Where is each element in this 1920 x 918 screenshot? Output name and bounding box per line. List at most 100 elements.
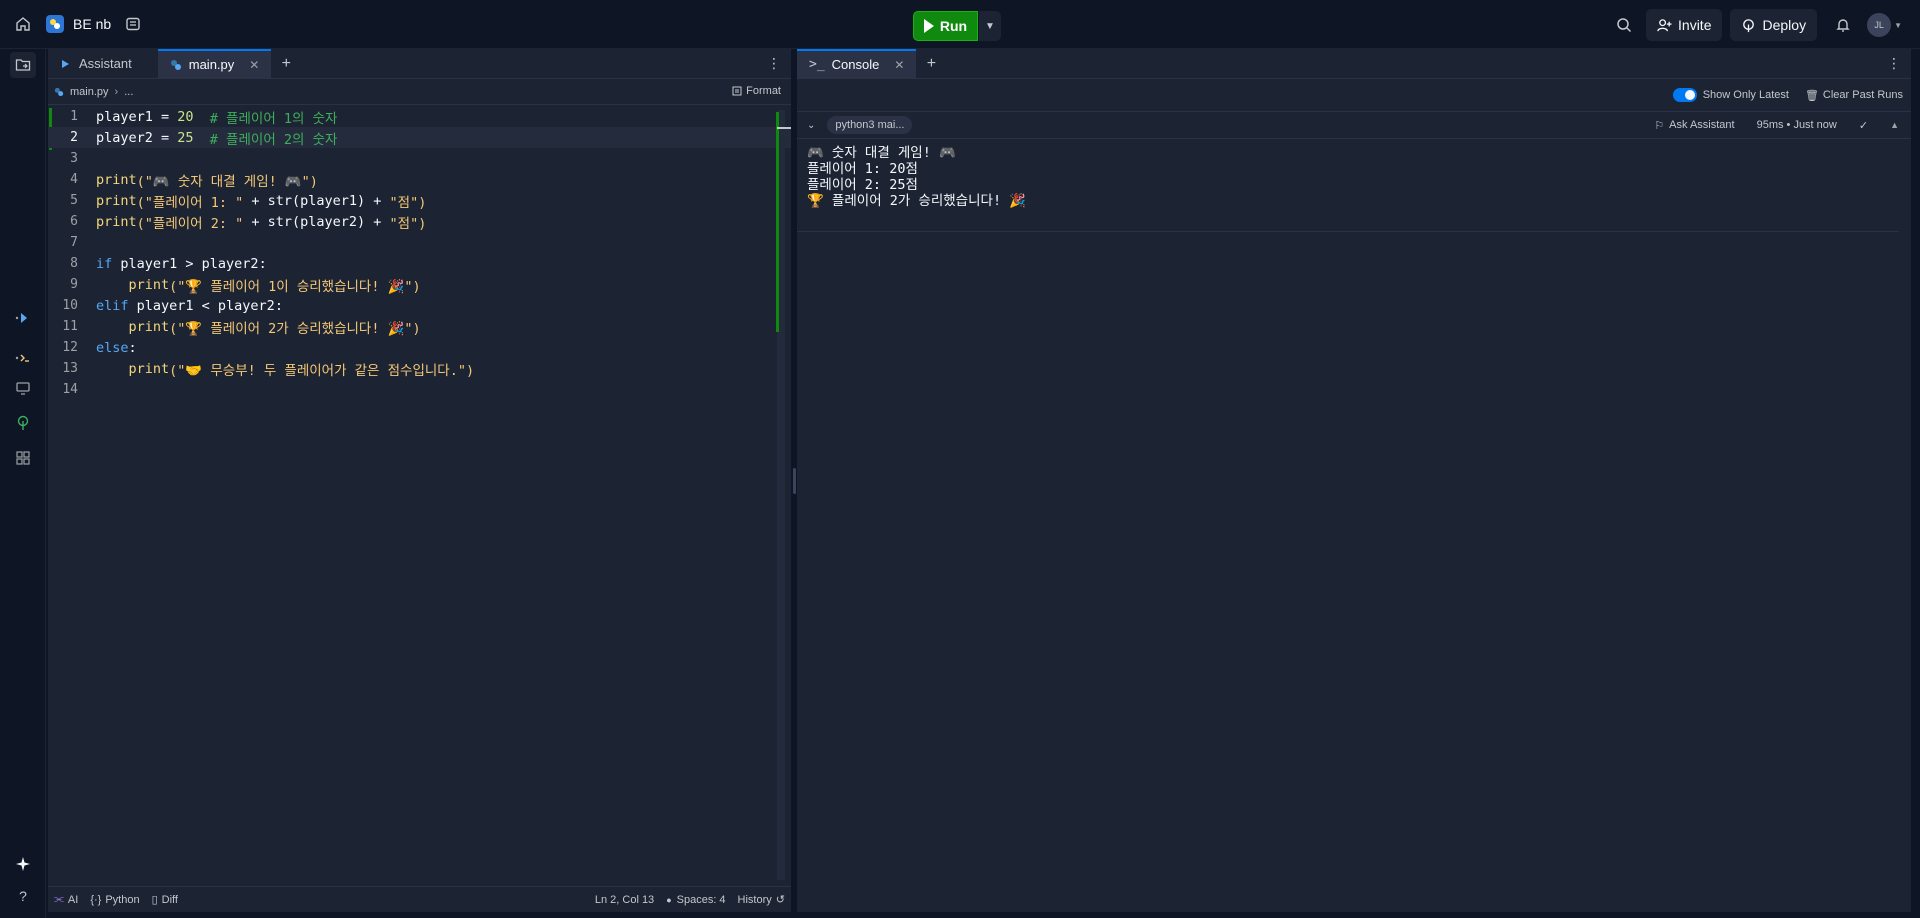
code-token: + str(player1) +	[243, 192, 390, 209]
more-options-icon[interactable]: ⋮	[1887, 55, 1901, 72]
all-tools-icon[interactable]	[10, 445, 36, 471]
format-button[interactable]: Format	[732, 85, 781, 97]
history-button[interactable]: History ↺	[738, 893, 785, 907]
code-token: player1 > player2:	[112, 255, 267, 272]
ask-assistant-label: Ask Assistant	[1669, 119, 1735, 131]
code-line[interactable]: 9 print ("🏆 플레이어 1이 승리했습니다! 🎉")	[48, 274, 791, 295]
line-number: 2	[70, 130, 78, 145]
right-edge	[1911, 49, 1920, 918]
more-options-icon[interactable]: ⋮	[767, 55, 781, 72]
resize-handle[interactable]	[793, 468, 796, 494]
language-button[interactable]: {·} Python	[90, 894, 139, 906]
breadcrumb-file[interactable]: main.py	[70, 86, 109, 98]
ask-assistant-button[interactable]: ⚐ Ask Assistant	[1654, 119, 1734, 132]
code-line[interactable]: 6 print ("플레이어 2: " + str(player2) + "점")	[48, 211, 791, 232]
search-icon[interactable]	[1610, 11, 1638, 39]
user-menu[interactable]: JL ▼	[1867, 13, 1902, 37]
chevron-down-icon[interactable]: ⌄	[807, 120, 815, 131]
code-keyword: else	[96, 339, 129, 356]
clear-past-runs-button[interactable]: 🗑 Clear Past Runs	[1805, 89, 1903, 102]
home-icon[interactable]	[9, 10, 37, 38]
code-line[interactable]: 10 elif player1 < player2:	[48, 295, 791, 316]
toggle-switch[interactable]	[1672, 88, 1697, 102]
output-separator	[797, 231, 1899, 232]
indentation-button[interactable]: ● Spaces: 4	[666, 894, 725, 906]
code-line[interactable]: 3	[48, 148, 791, 169]
code-token: player1 =	[96, 108, 178, 125]
run-chip[interactable]: python3 mai...	[827, 116, 913, 134]
diff-button[interactable]: ▯ Diff	[152, 893, 178, 907]
line-number: 6	[70, 214, 78, 229]
code-comment: # 플레이어 1의 숫자	[193, 110, 338, 127]
spaces-label: Spaces: 4	[676, 893, 726, 906]
run-button[interactable]: Run	[913, 11, 978, 41]
deploy-button[interactable]: Deploy	[1730, 9, 1818, 41]
code-comment: # 플레이어 2의 숫자	[193, 131, 338, 148]
ai-button[interactable]: ⫘ AI	[54, 893, 78, 906]
add-tab-button[interactable]: +	[916, 49, 946, 78]
code-line[interactable]: 5 print ("플레이어 1: " + str(player1) + "점")	[48, 190, 791, 211]
tab-assistant[interactable]: Assistant	[48, 49, 158, 78]
preview-icon[interactable]	[10, 375, 36, 401]
code-token: print	[96, 360, 170, 377]
files-icon[interactable]	[10, 52, 36, 78]
add-tab-button[interactable]: +	[271, 49, 301, 78]
panel-toggle-icon[interactable]	[119, 10, 147, 38]
console-pane: >_ Console ✕ + ⋮ Show Only Latest 🗑 Clea…	[797, 49, 1911, 912]
code-string: ("🎮 숫자 대결 게임! 🎮")	[136, 173, 318, 190]
breadcrumb-more[interactable]: ...	[124, 86, 133, 98]
help-icon[interactable]: ?	[10, 883, 36, 909]
code-string: ("🤝 무승부! 두 플레이어가 같은 점수입니다.")	[169, 362, 475, 379]
code-line[interactable]: 13 print ("🤝 무승부! 두 플레이어가 같은 점수입니다.")	[48, 358, 791, 379]
console-icon[interactable]	[10, 345, 36, 371]
tab-main-py[interactable]: main.py ✕	[157, 49, 272, 78]
code-token: + str(player2) +	[243, 213, 390, 230]
code-token: print	[96, 213, 137, 230]
code-line-current[interactable]: 2 player2 = 25 # 플레이어 2의 숫자	[48, 127, 791, 148]
console-output[interactable]: 🎮 숫자 대결 게임! 🎮 플레이어 1: 20점 플레이어 2: 25점 🏆 …	[797, 139, 1911, 215]
bell-icon[interactable]	[1829, 11, 1857, 39]
code-string: ("플레이어 1: "	[136, 194, 244, 211]
code-line[interactable]: 7	[48, 232, 791, 253]
deployments-icon[interactable]	[10, 410, 36, 436]
chevron-up-icon[interactable]: ▲	[1890, 120, 1899, 130]
code-line[interactable]: 8 if player1 > player2:	[48, 253, 791, 274]
tab-console[interactable]: >_ Console ✕	[797, 49, 917, 78]
code-string: ("🏆 플레이어 2가 승리했습니다! 🎉")	[169, 320, 421, 337]
line-number: 10	[62, 298, 78, 313]
repl-name[interactable]: BE nb	[73, 16, 111, 32]
code-line[interactable]: 4 print ("🎮 숫자 대결 게임! 🎮")	[48, 169, 791, 190]
editor-pane: Assistant main.py ✕ + ⋮ main.py › ... Fo…	[48, 49, 791, 912]
code-editor[interactable]: 1 player1 = 20 # 플레이어 1의 숫자 2 player2 = …	[48, 106, 791, 876]
agent-icon[interactable]	[10, 305, 36, 331]
trash-icon: 🗑	[1804, 89, 1819, 102]
close-icon[interactable]: ✕	[249, 58, 259, 72]
code-line[interactable]: 12 else:	[48, 337, 791, 358]
code-string: "점")	[389, 194, 427, 211]
output-line: 플레이어 1: 20점	[807, 161, 918, 177]
code-line[interactable]: 11 print ("🏆 플레이어 2가 승리했습니다! 🎉")	[48, 316, 791, 337]
code-string: ("🏆 플레이어 1이 승리했습니다! 🎉")	[169, 278, 421, 295]
python-file-icon	[54, 87, 64, 97]
clear-past-runs-label: Clear Past Runs	[1822, 89, 1903, 101]
line-number: 14	[62, 382, 78, 397]
close-icon[interactable]: ✕	[894, 58, 904, 72]
console-tabstrip: >_ Console ✕ + ⋮	[797, 49, 1911, 79]
code-line[interactable]: 14	[48, 379, 791, 400]
line-number: 5	[70, 193, 78, 208]
history-icon: ↺	[775, 894, 785, 906]
editor-tabstrip: Assistant main.py ✕ + ⋮	[48, 49, 791, 79]
code-token: 25	[177, 129, 194, 146]
dot-icon: ●	[666, 894, 672, 905]
line-number: 8	[70, 256, 78, 271]
sparkle-icon[interactable]	[10, 851, 36, 877]
run-dropdown-button[interactable]: ▼	[979, 11, 1001, 41]
chevron-right-icon: ›	[114, 85, 119, 98]
invite-button[interactable]: Invite	[1646, 9, 1723, 41]
line-number: 1	[70, 109, 78, 124]
show-only-latest-toggle[interactable]: Show Only Latest	[1672, 88, 1789, 102]
cursor-position[interactable]: Ln 2, Col 13	[595, 894, 654, 906]
code-line[interactable]: 1 player1 = 20 # 플레이어 1의 숫자	[48, 106, 791, 127]
add-user-icon	[1657, 18, 1672, 33]
python-file-icon	[170, 59, 182, 71]
